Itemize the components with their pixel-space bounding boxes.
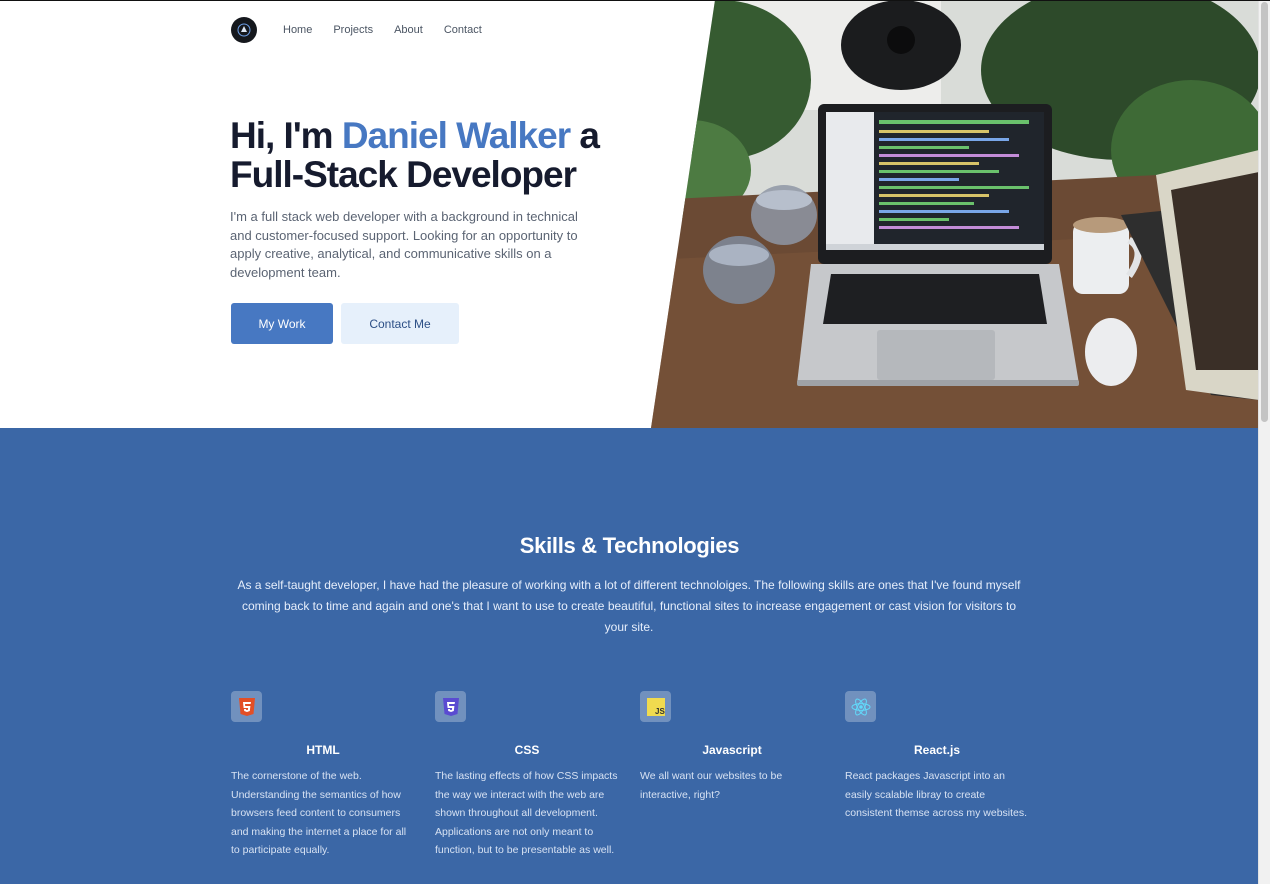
skill-card-react: React.js React packages Javascript into … — [845, 691, 1029, 823]
hero-title-suffix: a — [570, 115, 600, 156]
skill-description: React packages Javascript into an easily… — [845, 770, 1028, 819]
hero-section: Home Projects About Contact Hi, I'm Dani… — [0, 0, 1259, 428]
hero-name: Daniel Walker — [341, 115, 571, 156]
logo-icon — [237, 23, 251, 37]
skills-section: Skills & Technologies As a self-taught d… — [0, 428, 1259, 884]
svg-text:JS: JS — [655, 707, 665, 716]
my-work-button[interactable]: My Work — [231, 303, 333, 344]
skills-intro: As a self-taught developer, I have had t… — [237, 578, 1021, 634]
site-logo[interactable] — [231, 17, 257, 43]
page-scrollbar[interactable] — [1258, 0, 1270, 884]
skill-card-css: CSS The lasting effects of how CSS impac… — [435, 691, 619, 860]
nav-home-link[interactable]: Home — [283, 24, 312, 36]
css3-icon — [435, 691, 466, 722]
skill-name: Javascript — [702, 743, 762, 757]
react-icon — [845, 691, 876, 722]
hero-title-prefix: Hi, I'm — [230, 115, 342, 156]
window-top-border — [0, 0, 1270, 1]
skills-title: Skills & Technologies — [519, 533, 740, 558]
scrollbar-thumb[interactable] — [1261, 2, 1268, 422]
javascript-icon: JS — [640, 691, 671, 722]
nav-about-link[interactable]: About — [394, 24, 423, 36]
hero-description: I'm a full stack web developer with a ba… — [230, 209, 578, 280]
main-nav: Home Projects About Contact — [231, 17, 503, 43]
hero-title-role: Full-Stack Developer — [230, 154, 577, 195]
skill-card-html: HTML The cornerstone of the web. Underst… — [231, 691, 415, 860]
hero-photo — [651, 0, 1259, 428]
laptop-desk-photo — [651, 0, 1259, 428]
skill-description: The cornerstone of the web. Understandin… — [231, 770, 407, 856]
skill-description: We all want our websites to be interacti… — [640, 770, 783, 801]
hero-title: Hi, I'm Daniel Walker a Full-Stack Develo… — [230, 116, 650, 194]
contact-me-button[interactable]: Contact Me — [341, 303, 459, 344]
skill-name: HTML — [306, 743, 340, 757]
skill-description: The lasting effects of how CSS impacts t… — [435, 770, 618, 856]
skill-name: React.js — [913, 743, 961, 757]
skill-name: CSS — [514, 743, 540, 757]
nav-contact-link[interactable]: Contact — [444, 24, 482, 36]
html5-icon — [231, 691, 262, 722]
skill-card-javascript: JS Javascript We all want our websites t… — [640, 691, 824, 804]
nav-projects-link[interactable]: Projects — [333, 24, 373, 36]
